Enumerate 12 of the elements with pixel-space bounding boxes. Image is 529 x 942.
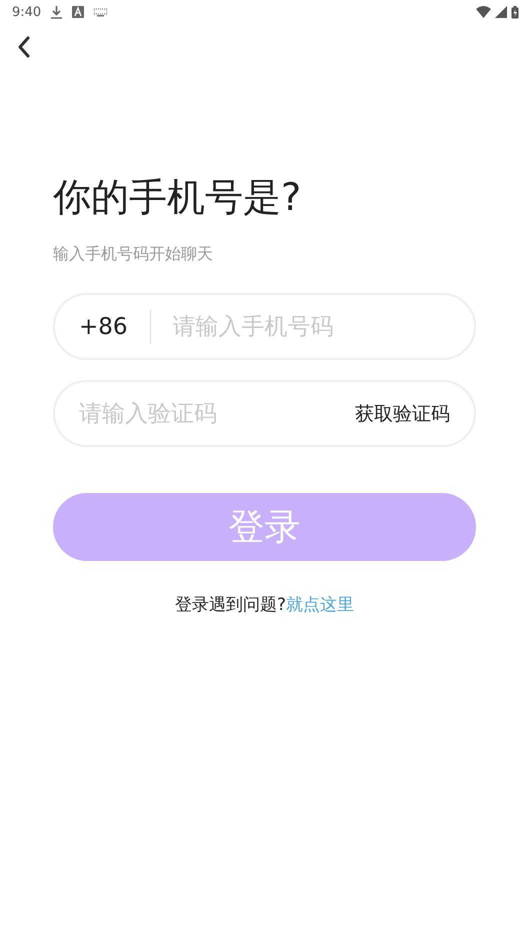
- country-code[interactable]: +86: [79, 314, 128, 340]
- battery-icon: [511, 6, 519, 18]
- help-text: 登录遇到问题?: [174, 595, 286, 615]
- download-icon: [51, 6, 62, 18]
- subtitle: 输入手机号码开始聊天: [53, 244, 214, 265]
- signal-icon: [495, 6, 507, 18]
- page-title: 你的手机号是?: [53, 174, 302, 221]
- font-icon: [72, 6, 84, 18]
- wifi-icon: [476, 6, 491, 18]
- keyboard-icon: [94, 8, 108, 16]
- status-time: 9:40: [12, 4, 42, 20]
- get-code-button[interactable]: 获取验证码: [355, 400, 450, 426]
